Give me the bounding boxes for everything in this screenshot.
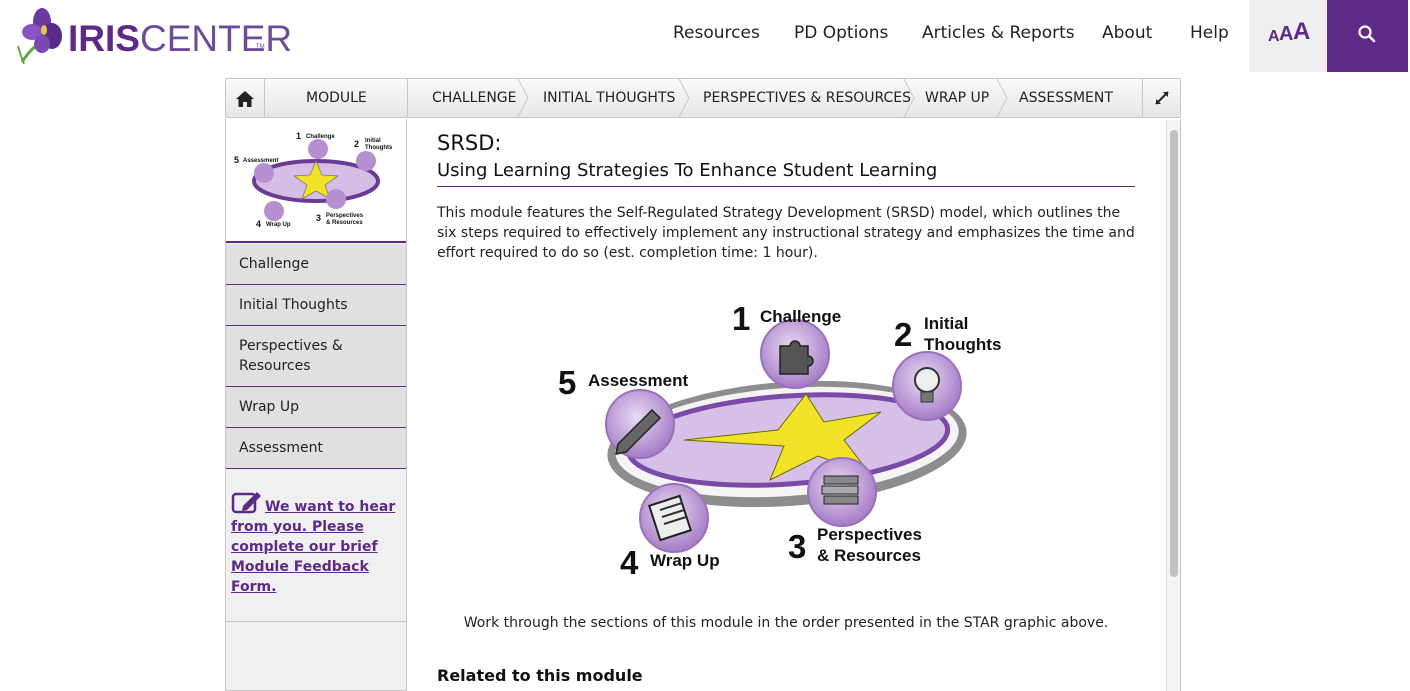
sidebar-item-perspectives-resources[interactable]: Perspectives & Resources xyxy=(226,326,406,387)
svg-text:5: 5 xyxy=(234,155,239,165)
step-number-3: 3 xyxy=(788,528,806,565)
thumb-label-assessment: Assessment xyxy=(243,158,278,164)
nav-articles-reports[interactable]: Articles & Reports xyxy=(922,23,1075,43)
step-number-4: 4 xyxy=(620,544,639,578)
chevron-separator-icon xyxy=(996,79,1008,117)
iris-center-logo[interactable]: IRISCENTER TM xyxy=(16,6,292,66)
graphic-caption: Work through the sections of this module… xyxy=(463,615,1109,631)
search-button[interactable] xyxy=(1327,0,1408,72)
page-title: SRSD: xyxy=(437,131,502,155)
crumb-assessment[interactable]: ASSESSMENT xyxy=(1019,90,1113,106)
module-nav-bar: MODULE CHALLENGE INITIAL THOUGHTS PERSPE… xyxy=(225,78,1181,118)
svg-text:3: 3 xyxy=(316,213,321,223)
home-icon xyxy=(236,91,254,107)
step-number-5: 5 xyxy=(558,364,576,401)
thumb-label-thoughts: Thoughts xyxy=(365,145,393,151)
step-label-thoughts: Thoughts xyxy=(924,335,1001,354)
sidebar-item-assessment[interactable]: Assessment xyxy=(226,428,406,469)
star-thumbnail-graphic: 1 Challenge 2 Initial Thoughts 5 Assessm… xyxy=(234,131,393,229)
nav-resources[interactable]: Resources xyxy=(673,23,760,43)
edit-form-icon xyxy=(231,492,261,514)
step-label-initial: Initial xyxy=(924,314,968,333)
module-tab[interactable]: MODULE xyxy=(265,79,408,117)
step-label-challenge: Challenge xyxy=(760,307,841,326)
bubble-perspectives-resources[interactable] xyxy=(807,457,877,527)
crumb-initial-thoughts[interactable]: INITIAL THOUGHTS xyxy=(543,90,675,106)
text-size-medium: A xyxy=(1279,23,1294,45)
iris-flower-icon xyxy=(17,8,62,65)
nav-pd-options[interactable]: PD Options xyxy=(794,23,888,43)
bubble-assessment[interactable] xyxy=(605,389,675,459)
star-thumbnail[interactable]: 1 Challenge 2 Initial Thoughts 5 Assessm… xyxy=(226,119,406,243)
scrollbar-thumb[interactable] xyxy=(1170,130,1178,577)
step-label-perspectives: Perspectives xyxy=(817,525,922,544)
thumb-label-challenge: Challenge xyxy=(306,134,335,140)
expand-icon xyxy=(1155,91,1169,105)
thumb-label-initial: Initial xyxy=(365,138,381,144)
trademark: TM xyxy=(256,44,265,50)
svg-text:1: 1 xyxy=(296,131,301,141)
books-icon xyxy=(823,475,859,485)
sidebar-item-initial-thoughts[interactable]: Initial Thoughts xyxy=(226,285,406,326)
step-number-2: 2 xyxy=(894,316,912,353)
step-label-resources: & Resources xyxy=(817,546,921,565)
text-size-large: A xyxy=(1293,18,1311,45)
bubble-challenge[interactable] xyxy=(760,319,830,389)
nav-about[interactable]: About xyxy=(1102,23,1152,43)
bubble-initial-thoughts[interactable] xyxy=(892,351,962,421)
fullscreen-button[interactable] xyxy=(1142,79,1181,117)
content-scrollbar[interactable] xyxy=(1166,120,1180,691)
sidebar-item-wrap-up[interactable]: Wrap Up xyxy=(226,387,406,428)
sidebar-divider xyxy=(226,621,406,622)
sidebar-item-challenge[interactable]: Challenge xyxy=(226,244,406,285)
logo-wordmark: IRISCENTER xyxy=(68,18,293,59)
thumb-label-wrap: Wrap Up xyxy=(266,222,291,228)
thumb-label-resources: & Resources xyxy=(326,220,363,226)
text-size-small: A xyxy=(1268,28,1280,45)
crumb-challenge[interactable]: CHALLENGE xyxy=(432,90,517,106)
nav-help[interactable]: Help xyxy=(1190,23,1229,43)
module-label: MODULE xyxy=(306,90,367,106)
bubble-wrap-up[interactable] xyxy=(639,483,709,553)
thumb-label-perspectives: Perspectives xyxy=(326,213,364,219)
chevron-separator-icon xyxy=(678,79,690,117)
puzzle-icon xyxy=(779,340,814,375)
crumb-perspectives-resources[interactable]: PERSPECTIVES & RESOURCES xyxy=(703,90,911,106)
related-heading: Related to this module xyxy=(437,666,643,685)
site-header: IRISCENTER TM Resources PD Options Artic… xyxy=(0,0,1410,72)
text-size-button[interactable]: A A A xyxy=(1249,0,1327,72)
chevron-separator-icon xyxy=(517,79,529,117)
chevron-separator-icon xyxy=(903,79,915,117)
svg-text:2: 2 xyxy=(354,139,359,149)
step-label-assessment: Assessment xyxy=(588,371,689,390)
module-sidebar: 1 Challenge 2 Initial Thoughts 5 Assessm… xyxy=(225,119,407,691)
star-model-graphic[interactable]: 1 Challenge 2 Initial Thoughts 5 Assessm… xyxy=(556,294,1018,578)
lightbulb-icon xyxy=(914,367,940,393)
search-icon xyxy=(1358,25,1376,43)
title-divider xyxy=(437,186,1135,187)
step-label-wrap-up: Wrap Up xyxy=(650,551,720,570)
svg-text:4: 4 xyxy=(256,219,261,229)
step-number-1: 1 xyxy=(732,300,750,337)
module-intro: This module features the Self-Regulated … xyxy=(437,205,1135,261)
crumb-wrap-up[interactable]: WRAP UP xyxy=(925,90,989,106)
feedback-prompt: We want to hear from you. Please complet… xyxy=(231,491,401,597)
home-button[interactable] xyxy=(226,79,265,117)
page-subtitle: Using Learning Strategies To Enhance Stu… xyxy=(437,160,938,181)
